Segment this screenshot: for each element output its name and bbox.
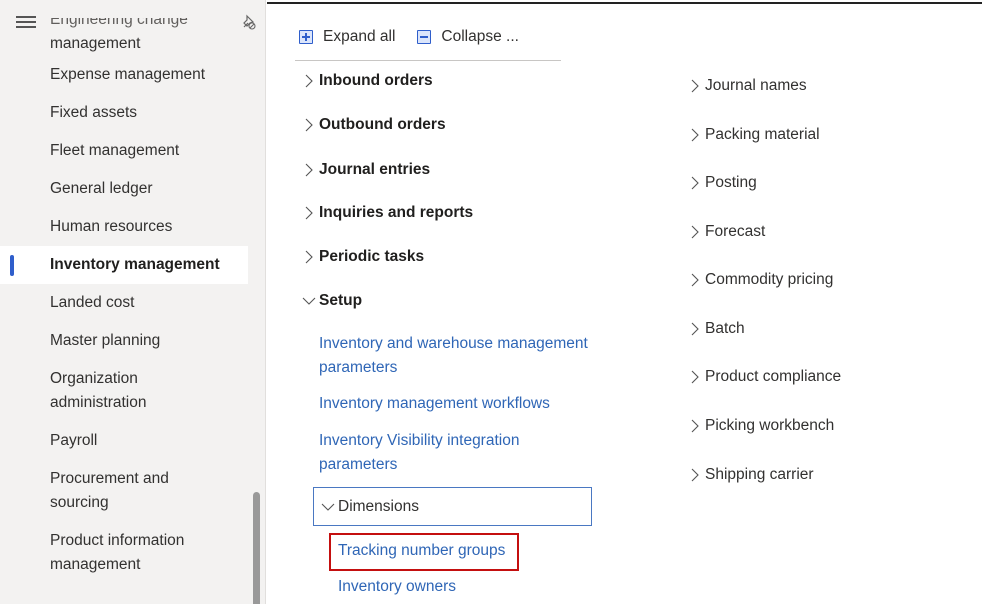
link-inventory-management-workflows[interactable]: Inventory management workflows (319, 392, 550, 416)
link-inventory-owners[interactable]: Inventory owners (338, 575, 456, 599)
sidebar-item-inventory-management[interactable]: Inventory management (0, 246, 248, 284)
workspace-content: Expand all Collapse ... Inbound orders O… (267, 0, 982, 604)
toolbar: Expand all Collapse ... (299, 28, 541, 46)
group-outbound-orders[interactable]: Outbound orders (301, 116, 446, 134)
chevron-right-icon (305, 206, 313, 220)
top-border (267, 2, 982, 4)
chevron-right-icon (691, 176, 699, 190)
group-packing-material[interactable]: Packing material (687, 126, 820, 144)
sidebar-item-fleet-management[interactable]: Fleet management (0, 132, 248, 170)
collapse-all-button[interactable]: Collapse ... (417, 28, 519, 46)
link-inventory-visibility-integration-parameters[interactable]: Inventory Visibility integration paramet… (319, 429, 519, 477)
active-indicator (10, 255, 14, 276)
group-picking-workbench[interactable]: Picking workbench (687, 417, 834, 435)
chevron-right-icon (691, 273, 699, 287)
sidebar-scrollbar[interactable] (253, 492, 260, 604)
sidebar-item-master-planning[interactable]: Master planning (0, 322, 248, 360)
sidebar-item-landed-cost[interactable]: Landed cost (0, 284, 248, 322)
sidebar-item-human-resources[interactable]: Human resources (0, 208, 248, 246)
chevron-right-icon (691, 225, 699, 239)
sidebar-item-payroll[interactable]: Payroll (0, 422, 248, 460)
group-shipping-carrier[interactable]: Shipping carrier (687, 466, 814, 484)
group-batch[interactable]: Batch (687, 320, 745, 338)
chevron-right-icon (691, 370, 699, 384)
group-setup[interactable]: Setup (301, 292, 362, 310)
link-inventory-and-warehouse-management-parameters[interactable]: Inventory and warehouse management param… (319, 332, 588, 380)
group-periodic-tasks[interactable]: Periodic tasks (301, 248, 424, 266)
group-forecast[interactable]: Forecast (687, 223, 765, 241)
group-dimensions[interactable]: Dimensions (313, 487, 592, 526)
chevron-right-icon (305, 250, 313, 264)
group-commodity-pricing[interactable]: Commodity pricing (687, 271, 833, 289)
expand-icon (299, 30, 313, 44)
chevron-right-icon (691, 79, 699, 93)
group-journal-entries[interactable]: Journal entries (301, 161, 430, 179)
chevron-right-icon (691, 468, 699, 482)
chevron-right-icon (691, 128, 699, 142)
sidebar-item-general-ledger[interactable]: General ledger (0, 170, 248, 208)
sidebar-item-expense-management[interactable]: Expense management (0, 56, 248, 94)
chevron-right-icon (691, 322, 699, 336)
sidebar-item-product-information-management[interactable]: Product information management (0, 522, 210, 584)
chevron-right-icon (305, 163, 313, 177)
group-inbound-orders[interactable]: Inbound orders (301, 72, 433, 90)
sidebar-item-procurement-and-sourcing[interactable]: Procurement and sourcing (0, 460, 190, 522)
chevron-down-icon (321, 503, 335, 511)
expand-all-button[interactable]: Expand all (299, 28, 395, 46)
toolbar-divider (295, 60, 561, 61)
group-journal-names[interactable]: Journal names (687, 77, 807, 95)
chevron-down-icon (302, 297, 316, 305)
sidebar-item-fixed-assets[interactable]: Fixed assets (0, 94, 248, 132)
group-posting[interactable]: Posting (687, 174, 757, 192)
group-inquiries-and-reports[interactable]: Inquiries and reports (301, 204, 473, 222)
collapse-icon (417, 30, 432, 44)
chevron-right-icon (305, 74, 313, 88)
group-product-compliance[interactable]: Product compliance (687, 368, 841, 386)
navigation-pane: Engineering change management Expense ma… (0, 0, 266, 604)
chevron-right-icon (691, 419, 699, 433)
sidebar-item-organization-administration[interactable]: Organization administration (0, 360, 160, 422)
link-tracking-number-groups[interactable]: Tracking number groups (338, 539, 505, 563)
sidebar-item-engineering-change-management[interactable]: Engineering change management (0, 18, 248, 56)
chevron-right-icon (305, 118, 313, 132)
